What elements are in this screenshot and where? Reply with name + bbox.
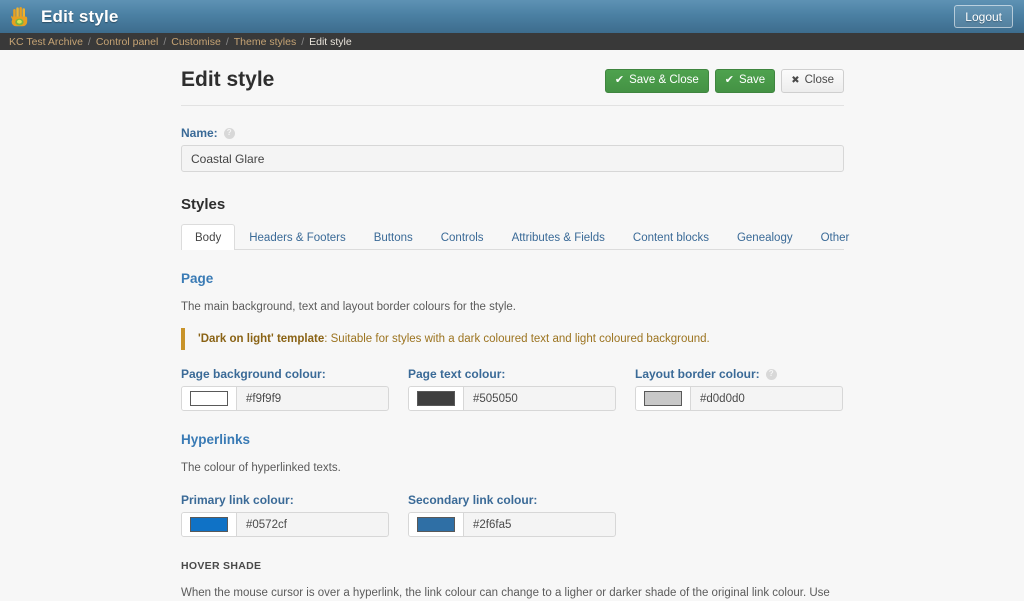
layout-border-colour-label-text: Layout border colour: bbox=[635, 367, 760, 381]
hyperlinks-section-description: The colour of hyperlinked texts. bbox=[181, 462, 341, 474]
primary-link-colour-field: Primary link colour: #0572cf bbox=[181, 493, 389, 537]
colour-swatch bbox=[190, 517, 228, 532]
colour-swatch bbox=[190, 391, 228, 406]
tab-buttons[interactable]: Buttons bbox=[360, 224, 427, 250]
secondary-link-colour-input-group: #2f6fa5 bbox=[408, 512, 616, 537]
page-background-colour-field: Page background colour: #f9f9f9 bbox=[181, 367, 389, 411]
layout-border-colour-field: Layout border colour: #d0d0d0 bbox=[635, 367, 843, 411]
breadcrumb-separator: / bbox=[225, 35, 229, 48]
content-column: Edit style Save & Close Save Close Nam bbox=[181, 50, 849, 601]
tab-body[interactable]: Body bbox=[181, 224, 236, 250]
page-colour-row: Page background colour: #f9f9f9 Page tex… bbox=[181, 367, 844, 411]
page-text-colour-field: Page text colour: #505050 bbox=[408, 367, 616, 411]
breadcrumb: KC Test Archive / Control panel / Custom… bbox=[0, 33, 1024, 50]
tab-content-blocks[interactable]: Content blocks bbox=[619, 224, 723, 250]
page-section-description: The main background, text and layout bor… bbox=[181, 301, 516, 313]
page-background-colour-label-text: Page background colour: bbox=[181, 367, 326, 381]
page-body: Edit style Save & Close Save Close Nam bbox=[0, 50, 1024, 601]
hover-shade-heading: HOVER SHADE bbox=[181, 560, 262, 572]
page-text-colour-value[interactable]: #505050 bbox=[464, 387, 615, 410]
secondary-link-colour-value[interactable]: #2f6fa5 bbox=[464, 513, 615, 536]
primary-link-colour-value[interactable]: #0572cf bbox=[237, 513, 388, 536]
save-label: Save bbox=[738, 74, 766, 87]
layout-border-colour-input-group: #d0d0d0 bbox=[635, 386, 843, 411]
check-icon bbox=[725, 75, 734, 87]
secondary-link-colour-label: Secondary link colour: bbox=[408, 493, 616, 507]
breadcrumb-item-control-panel[interactable]: Control panel bbox=[96, 36, 158, 48]
check-icon bbox=[615, 75, 624, 87]
breadcrumb-item-kc-test-archive[interactable]: KC Test Archive bbox=[9, 36, 83, 48]
colour-swatch bbox=[417, 517, 455, 532]
hover-shade-description: When the mouse cursor is over a hyperlin… bbox=[181, 587, 830, 599]
breadcrumb-separator: / bbox=[163, 35, 167, 48]
page-background-colour-swatch-button[interactable] bbox=[182, 387, 237, 410]
page-background-colour-label: Page background colour: bbox=[181, 367, 389, 381]
breadcrumb-item-edit-style: Edit style bbox=[309, 35, 352, 48]
save-button[interactable]: Save bbox=[714, 69, 776, 93]
save-and-close-button[interactable]: Save & Close bbox=[604, 69, 709, 93]
tab-attributes-and-fields[interactable]: Attributes & Fields bbox=[498, 224, 619, 250]
save-and-close-label: Save & Close bbox=[629, 74, 699, 87]
logout-button[interactable]: Logout bbox=[954, 5, 1013, 28]
layout-border-colour-value[interactable]: #d0d0d0 bbox=[691, 387, 842, 410]
tab-genealogy[interactable]: Genealogy bbox=[723, 224, 807, 250]
hyperlinks-section-heading: Hyperlinks bbox=[181, 432, 251, 447]
page-text-colour-input-group: #505050 bbox=[408, 386, 616, 411]
help-icon[interactable] bbox=[765, 368, 777, 380]
colour-swatch bbox=[417, 391, 455, 406]
page-background-colour-input-group: #f9f9f9 bbox=[181, 386, 389, 411]
breadcrumb-separator: / bbox=[87, 35, 91, 48]
tab-headers-and-footers[interactable]: Headers & Footers bbox=[235, 224, 360, 250]
layout-border-colour-swatch-button[interactable] bbox=[636, 387, 691, 410]
breadcrumb-item-customise[interactable]: Customise bbox=[171, 36, 221, 48]
top-bar: Edit style Logout bbox=[0, 0, 1024, 33]
page-background-colour-value[interactable]: #f9f9f9 bbox=[237, 387, 388, 410]
page-header: Edit style Save & Close Save Close bbox=[181, 67, 844, 106]
name-label-text: Name: bbox=[181, 126, 218, 140]
secondary-link-colour-swatch-button[interactable] bbox=[409, 513, 464, 536]
primary-link-colour-label: Primary link colour: bbox=[181, 493, 389, 507]
page-text-colour-label: Page text colour: bbox=[408, 367, 616, 381]
styles-tabs: Body Headers & Footers Buttons Controls … bbox=[181, 223, 849, 250]
hyperlinks-colour-row: Primary link colour: #0572cf Secondary l… bbox=[181, 493, 844, 537]
primary-link-colour-input-group: #0572cf bbox=[181, 512, 389, 537]
page-text-colour-label-text: Page text colour: bbox=[408, 367, 506, 381]
template-alert-strong: 'Dark on light' template bbox=[198, 333, 325, 345]
template-alert: 'Dark on light' template: Suitable for s… bbox=[181, 328, 844, 350]
name-field-block: Name: Coastal Glare bbox=[181, 126, 844, 172]
layout-border-colour-label: Layout border colour: bbox=[635, 367, 843, 381]
secondary-link-colour-label-text: Secondary link colour: bbox=[408, 493, 538, 507]
breadcrumb-separator: / bbox=[301, 35, 305, 48]
tab-other[interactable]: Other bbox=[807, 224, 864, 250]
primary-link-colour-label-text: Primary link colour: bbox=[181, 493, 294, 507]
app-title: Edit style bbox=[41, 6, 119, 26]
name-input[interactable]: Coastal Glare bbox=[181, 145, 844, 172]
page-text-colour-swatch-button[interactable] bbox=[409, 387, 464, 410]
primary-link-colour-swatch-button[interactable] bbox=[182, 513, 237, 536]
close-icon bbox=[791, 75, 799, 87]
page-section-heading: Page bbox=[181, 271, 214, 286]
help-icon[interactable] bbox=[223, 127, 235, 139]
tab-controls[interactable]: Controls bbox=[427, 224, 498, 250]
name-label: Name: bbox=[181, 126, 844, 140]
breadcrumb-item-theme-styles[interactable]: Theme styles bbox=[234, 36, 296, 48]
close-label: Close bbox=[804, 74, 834, 87]
template-alert-text: : Suitable for styles with a dark colour… bbox=[324, 333, 710, 345]
page-title: Edit style bbox=[181, 68, 275, 91]
hand-icon bbox=[9, 6, 31, 28]
styles-heading: Styles bbox=[181, 196, 226, 213]
header-actions: Save & Close Save Close bbox=[604, 67, 844, 93]
colour-swatch bbox=[644, 391, 682, 406]
secondary-link-colour-field: Secondary link colour: #2f6fa5 bbox=[408, 493, 616, 537]
close-button[interactable]: Close bbox=[781, 69, 844, 93]
